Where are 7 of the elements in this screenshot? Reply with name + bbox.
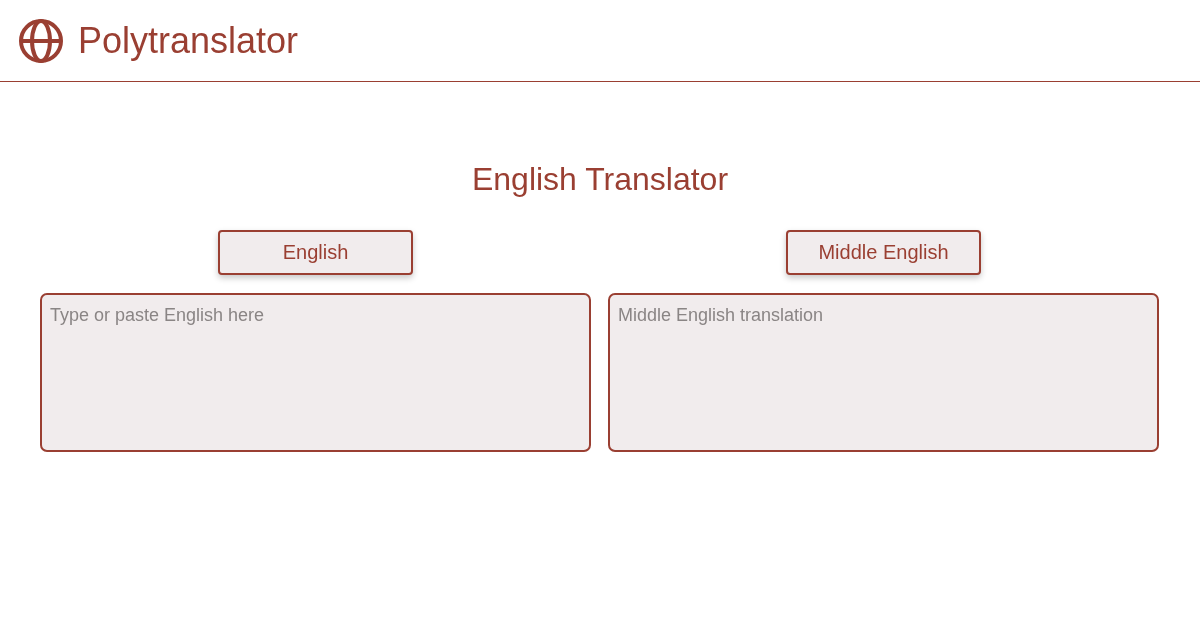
globe-icon bbox=[18, 18, 64, 63]
page-title: English Translator bbox=[471, 160, 729, 199]
text-input-field[interactable]: Type or paste English here bbox=[40, 293, 591, 453]
language-button[interactable]: English bbox=[218, 230, 413, 276]
language-button[interactable]: Middle English bbox=[786, 230, 981, 276]
app-title: Polytranslator bbox=[78, 22, 299, 59]
translation-output-field[interactable]: Middle English translation bbox=[608, 293, 1159, 453]
